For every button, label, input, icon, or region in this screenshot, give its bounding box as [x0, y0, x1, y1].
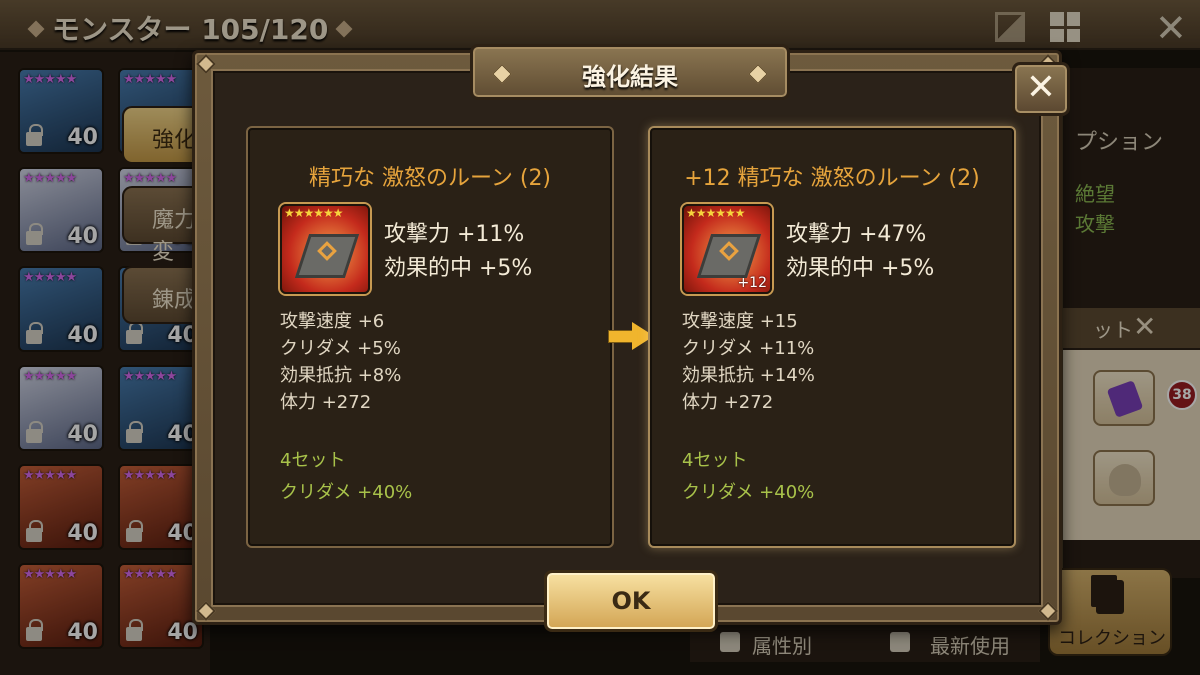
main-stat: 攻撃力 +11%: [384, 222, 525, 247]
substat-list: 攻撃速度 +15 クリダメ +11% 効果抵抗 +14% 体力 +272: [682, 308, 815, 416]
substat: 攻撃速度 +6: [280, 311, 385, 332]
set-effect: クリダメ +40%: [280, 482, 413, 503]
rune-name: +12 精巧な 激怒のルーン (2): [684, 166, 980, 191]
substat: 攻撃速度 +15: [682, 311, 798, 332]
main-stat: 攻撃力 +47%: [786, 222, 927, 247]
substat: 効果抵抗 +8%: [280, 365, 402, 386]
innate-stat: 効果的中 +5%: [384, 256, 533, 281]
substat: 体力 +272: [280, 392, 372, 413]
rune-before-panel: 精巧な 激怒のルーン (2) ★★★★★★ 攻撃力 +11% 効果的中 +5% …: [248, 128, 612, 546]
set-effect: クリダメ +40%: [682, 482, 815, 503]
set-requirement: 4セット: [280, 450, 346, 471]
substat: クリダメ +11%: [682, 338, 815, 359]
dialog-title: 強化結果: [582, 63, 678, 91]
dialog-title-plate: 強化結果: [470, 44, 790, 100]
upgrade-level: +12: [737, 275, 767, 291]
dialog-close-button[interactable]: ✕: [1012, 62, 1070, 116]
substat: 効果抵抗 +14%: [682, 365, 815, 386]
substat: 体力 +272: [682, 392, 774, 413]
substat: クリダメ +5%: [280, 338, 401, 359]
rune-stars: ★★★★★★: [284, 206, 344, 220]
close-icon: ✕: [1025, 67, 1057, 108]
rune-icon: ★★★★★★: [280, 204, 370, 294]
rune-stars: ★★★★★★: [686, 206, 746, 220]
ok-button[interactable]: OK: [544, 570, 718, 632]
rune-after-panel: +12 精巧な 激怒のルーン (2) ★★★★★★ +12 攻撃力 +47% 効…: [650, 128, 1014, 546]
innate-stat: 効果的中 +5%: [786, 256, 935, 281]
rune-icon: ★★★★★★ +12: [682, 204, 772, 294]
corner-ornament-icon: [1038, 601, 1058, 621]
substat-list: 攻撃速度 +6 クリダメ +5% 効果抵抗 +8% 体力 +272: [280, 308, 401, 416]
set-requirement: 4セット: [682, 450, 748, 471]
right-arrow-icon: [608, 322, 656, 350]
rune-name: 精巧な 激怒のルーン (2): [308, 166, 552, 191]
